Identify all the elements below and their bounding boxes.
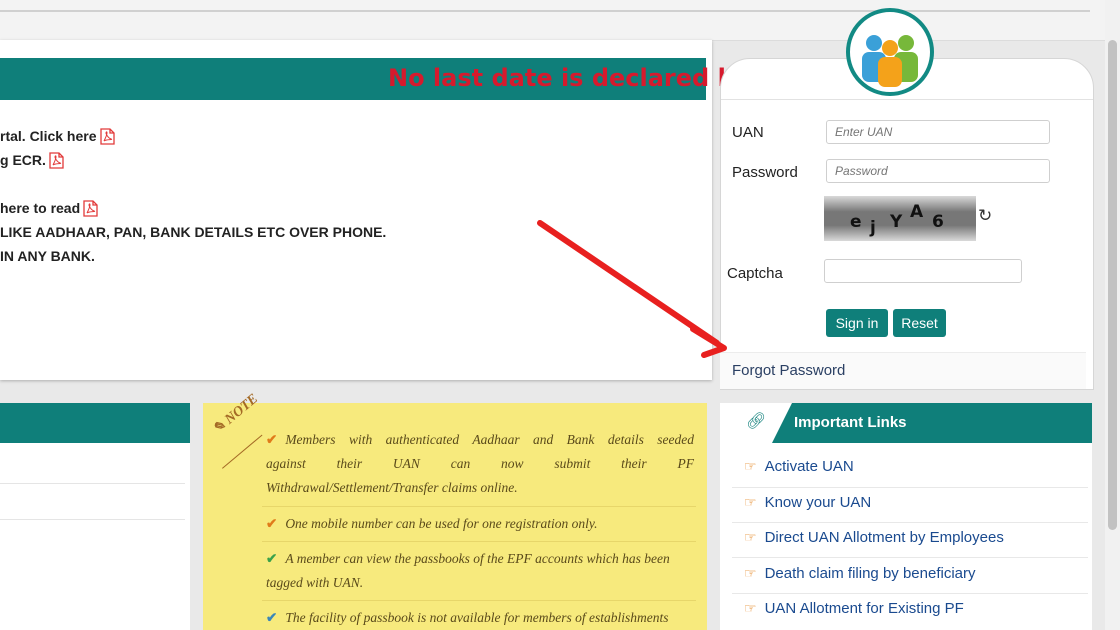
link-label[interactable]: Know your UAN [765, 494, 872, 511]
pointing-hand-icon: ☞ [744, 529, 757, 545]
reset-button[interactable]: Reset [893, 309, 946, 337]
announcement-line-text: IN ANY BANK. [0, 248, 95, 264]
pointing-hand-icon: ☞ [744, 494, 757, 510]
announcement-line-text: here to read [0, 200, 81, 216]
note-item: ✔ One mobile number can be used for one r… [266, 512, 694, 536]
pdf-icon[interactable] [99, 127, 115, 145]
captcha-char: 6 [932, 212, 944, 232]
forgot-password-link[interactable]: Forgot Password [732, 362, 845, 379]
sign-in-button[interactable]: Sign in [826, 309, 888, 337]
announcement-line-text: LIKE AADHAAR, PAN, BANK DETAILS ETC OVER… [0, 224, 387, 240]
pointing-hand-icon: ☞ [744, 565, 757, 581]
note-item: ✔ The facility of passbook is not availab… [266, 606, 694, 630]
captcha-label: Captcha [727, 265, 783, 282]
note-divider [262, 541, 696, 542]
check-icon: ✔ [266, 610, 278, 625]
pdf-icon[interactable] [83, 199, 98, 217]
refresh-captcha-icon[interactable]: ↻ [978, 206, 992, 226]
announcement-line-text: g ECR. [0, 152, 46, 168]
note-item: ✔ Members with authenticated Aadhaar and … [266, 428, 694, 500]
link-label[interactable]: Activate UAN [765, 458, 854, 475]
captcha-input[interactable] [824, 259, 1022, 283]
check-icon: ✔ [266, 551, 278, 566]
announcement-line-text: rtal. Click here [0, 128, 97, 144]
link-label[interactable]: UAN Allotment for Existing PF [765, 600, 964, 617]
note-item: ✔ A member can view the passbooks of the … [266, 547, 694, 595]
link-activate-uan[interactable]: ☞ Activate UAN [744, 458, 854, 475]
link-uan-existing-pf[interactable]: ☞ UAN Allotment for Existing PF [744, 600, 964, 617]
note-text: One mobile number can be used for one re… [285, 516, 598, 531]
captcha-char: j [870, 218, 876, 238]
note-divider [262, 600, 696, 601]
announcement-line[interactable]: here to read [0, 196, 386, 220]
note-text: Members with authenticated Aadhaar and B… [285, 432, 694, 447]
page-scrollbar[interactable] [1105, 0, 1120, 630]
pointing-hand-icon: ☞ [744, 458, 757, 474]
pdf-icon[interactable] [49, 151, 64, 169]
announcement-line: LIKE AADHAAR, PAN, BANK DETAILS ETC OVER… [0, 220, 386, 244]
browser-top-band [0, 0, 1105, 41]
scrollbar-thumb[interactable] [1108, 40, 1117, 530]
link-death-claim[interactable]: ☞ Death claim filing by beneficiary [744, 565, 976, 582]
link-divider [732, 487, 1088, 488]
pointing-hand-icon: ☞ [744, 600, 757, 616]
note-divider [262, 506, 696, 507]
left-panel-divider [0, 519, 185, 520]
password-label: Password [732, 164, 798, 181]
captcha-char: A [910, 202, 924, 222]
check-icon: ✔ [266, 432, 278, 447]
captcha-char: e [850, 212, 862, 232]
forgot-password-row[interactable]: Forgot Password [720, 352, 1086, 389]
important-links-panel: 🔗︎ Important Links ☞ Activate UAN ☞ Know y… [720, 403, 1092, 630]
password-input[interactable] [826, 159, 1050, 183]
link-divider [732, 522, 1088, 523]
check-icon: ✔ [266, 516, 278, 531]
uan-label: UAN [732, 124, 764, 141]
note-text: The facility of passbook is not availabl… [285, 610, 669, 625]
announcement-line: IN ANY BANK. [0, 244, 386, 268]
link-label[interactable]: Direct UAN Allotment by Employees [765, 529, 1004, 546]
important-links-title: Important Links [794, 414, 907, 431]
announcement-lines: rtal. Click here g ECR. here to read LIK… [0, 124, 386, 268]
uan-input[interactable] [826, 120, 1050, 144]
note-text: against their UAN can now submit their P… [266, 456, 694, 471]
captcha-image: e j Y A 6 [824, 196, 976, 241]
left-panel-header [0, 403, 190, 443]
note-text: tagged with UAN. [266, 575, 364, 590]
link-divider [732, 557, 1088, 558]
link-label[interactable]: Death claim filing by beneficiary [765, 565, 976, 582]
announcement-line[interactable]: g ECR. [0, 148, 386, 172]
link-direct-uan-allotment[interactable]: ☞ Direct UAN Allotment by Employees [744, 529, 1004, 546]
last-date-notice: No last date is declared by [388, 64, 751, 92]
link-divider [732, 593, 1088, 594]
link-know-your-uan[interactable]: ☞ Know your UAN [744, 494, 871, 511]
note-text: A member can view the passbooks of the E… [285, 551, 670, 566]
top-divider [0, 10, 1090, 12]
members-logo-icon [846, 8, 934, 96]
announcement-line[interactable]: rtal. Click here [0, 124, 386, 148]
left-panel-divider [0, 483, 185, 484]
note-text: Withdrawal/Settlement/Transfer claims on… [266, 480, 518, 495]
link-icon: 🔗︎ [746, 413, 767, 430]
captcha-char: Y [890, 212, 903, 232]
left-lower-panel [0, 403, 190, 630]
